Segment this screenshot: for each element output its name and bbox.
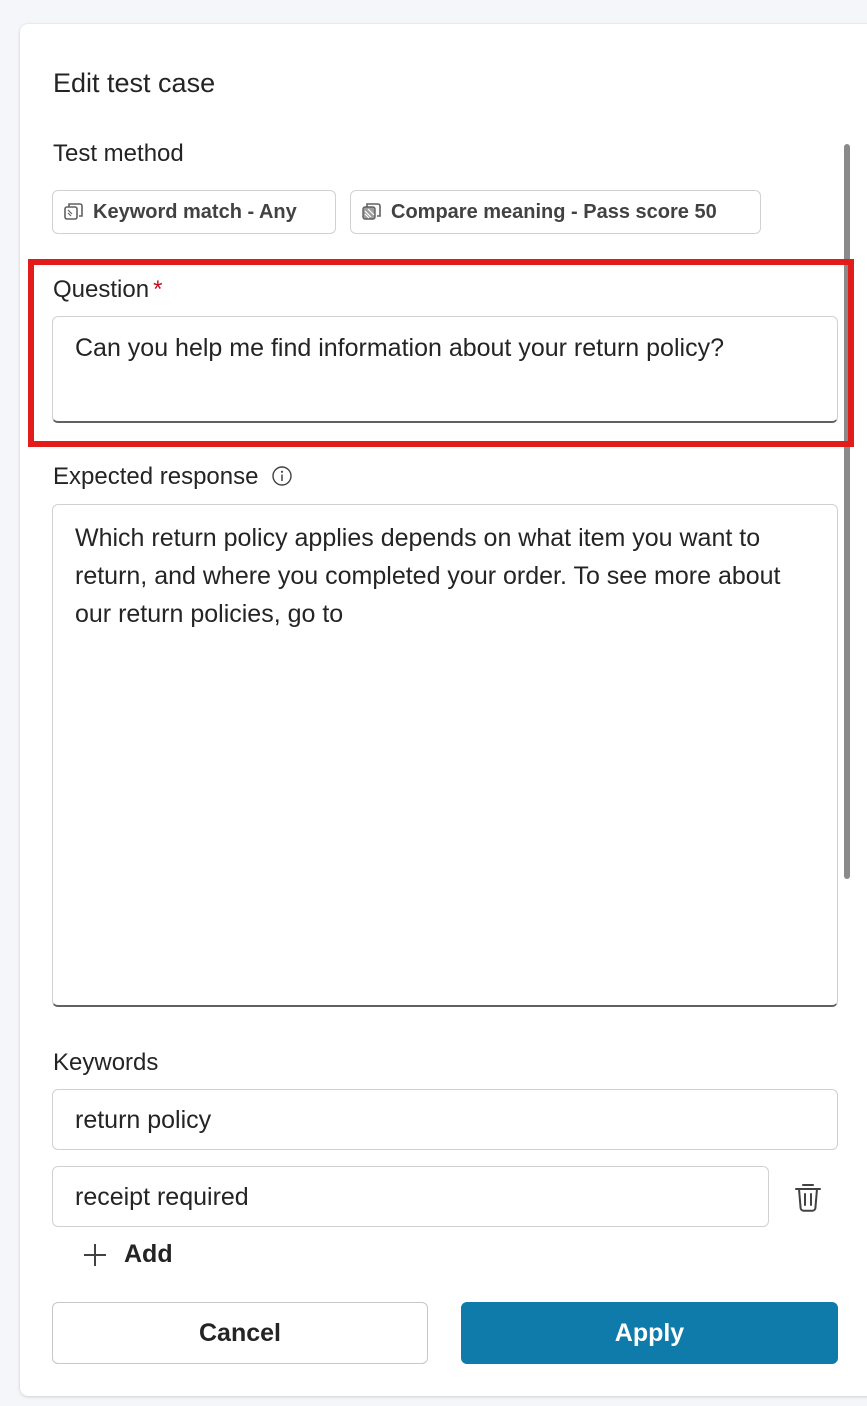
keyword-input-value: receipt required bbox=[75, 1183, 249, 1211]
dialog-title: Edit test case bbox=[53, 68, 216, 98]
keyword-match-icon bbox=[63, 201, 85, 223]
expected-response-label: Expected response bbox=[53, 463, 293, 491]
expected-response-textarea[interactable]: Which return policy applies depends on w… bbox=[52, 504, 838, 1007]
apply-button[interactable]: Apply bbox=[461, 1302, 838, 1364]
trash-icon[interactable] bbox=[792, 1180, 824, 1214]
scrollbar[interactable] bbox=[844, 144, 850, 879]
keyword-input-value: return policy bbox=[75, 1106, 212, 1134]
chip-label: Compare meaning - Pass score 50 bbox=[391, 200, 717, 223]
keyword-input-2[interactable]: receipt required bbox=[52, 1166, 769, 1227]
add-label: Add bbox=[124, 1240, 173, 1268]
cancel-button[interactable]: Cancel bbox=[52, 1302, 428, 1364]
test-method-chip-keyword-match[interactable]: Keyword match - Any bbox=[52, 190, 336, 234]
keyword-input-1[interactable]: return policy bbox=[52, 1089, 838, 1150]
test-method-label: Test method bbox=[53, 140, 184, 167]
info-icon[interactable] bbox=[271, 465, 293, 487]
keywords-label: Keywords bbox=[53, 1049, 159, 1076]
add-keyword-button[interactable]: Add bbox=[82, 1240, 173, 1269]
question-highlight-box bbox=[28, 259, 854, 447]
chip-label: Keyword match - Any bbox=[93, 200, 297, 223]
plus-icon bbox=[82, 1242, 108, 1268]
expected-response-label-text: Expected response bbox=[53, 463, 259, 490]
test-method-chip-compare-meaning[interactable]: Compare meaning - Pass score 50 bbox=[350, 190, 761, 234]
compare-meaning-icon bbox=[361, 201, 383, 223]
expected-response-value: Which return policy applies depends on w… bbox=[75, 524, 781, 628]
